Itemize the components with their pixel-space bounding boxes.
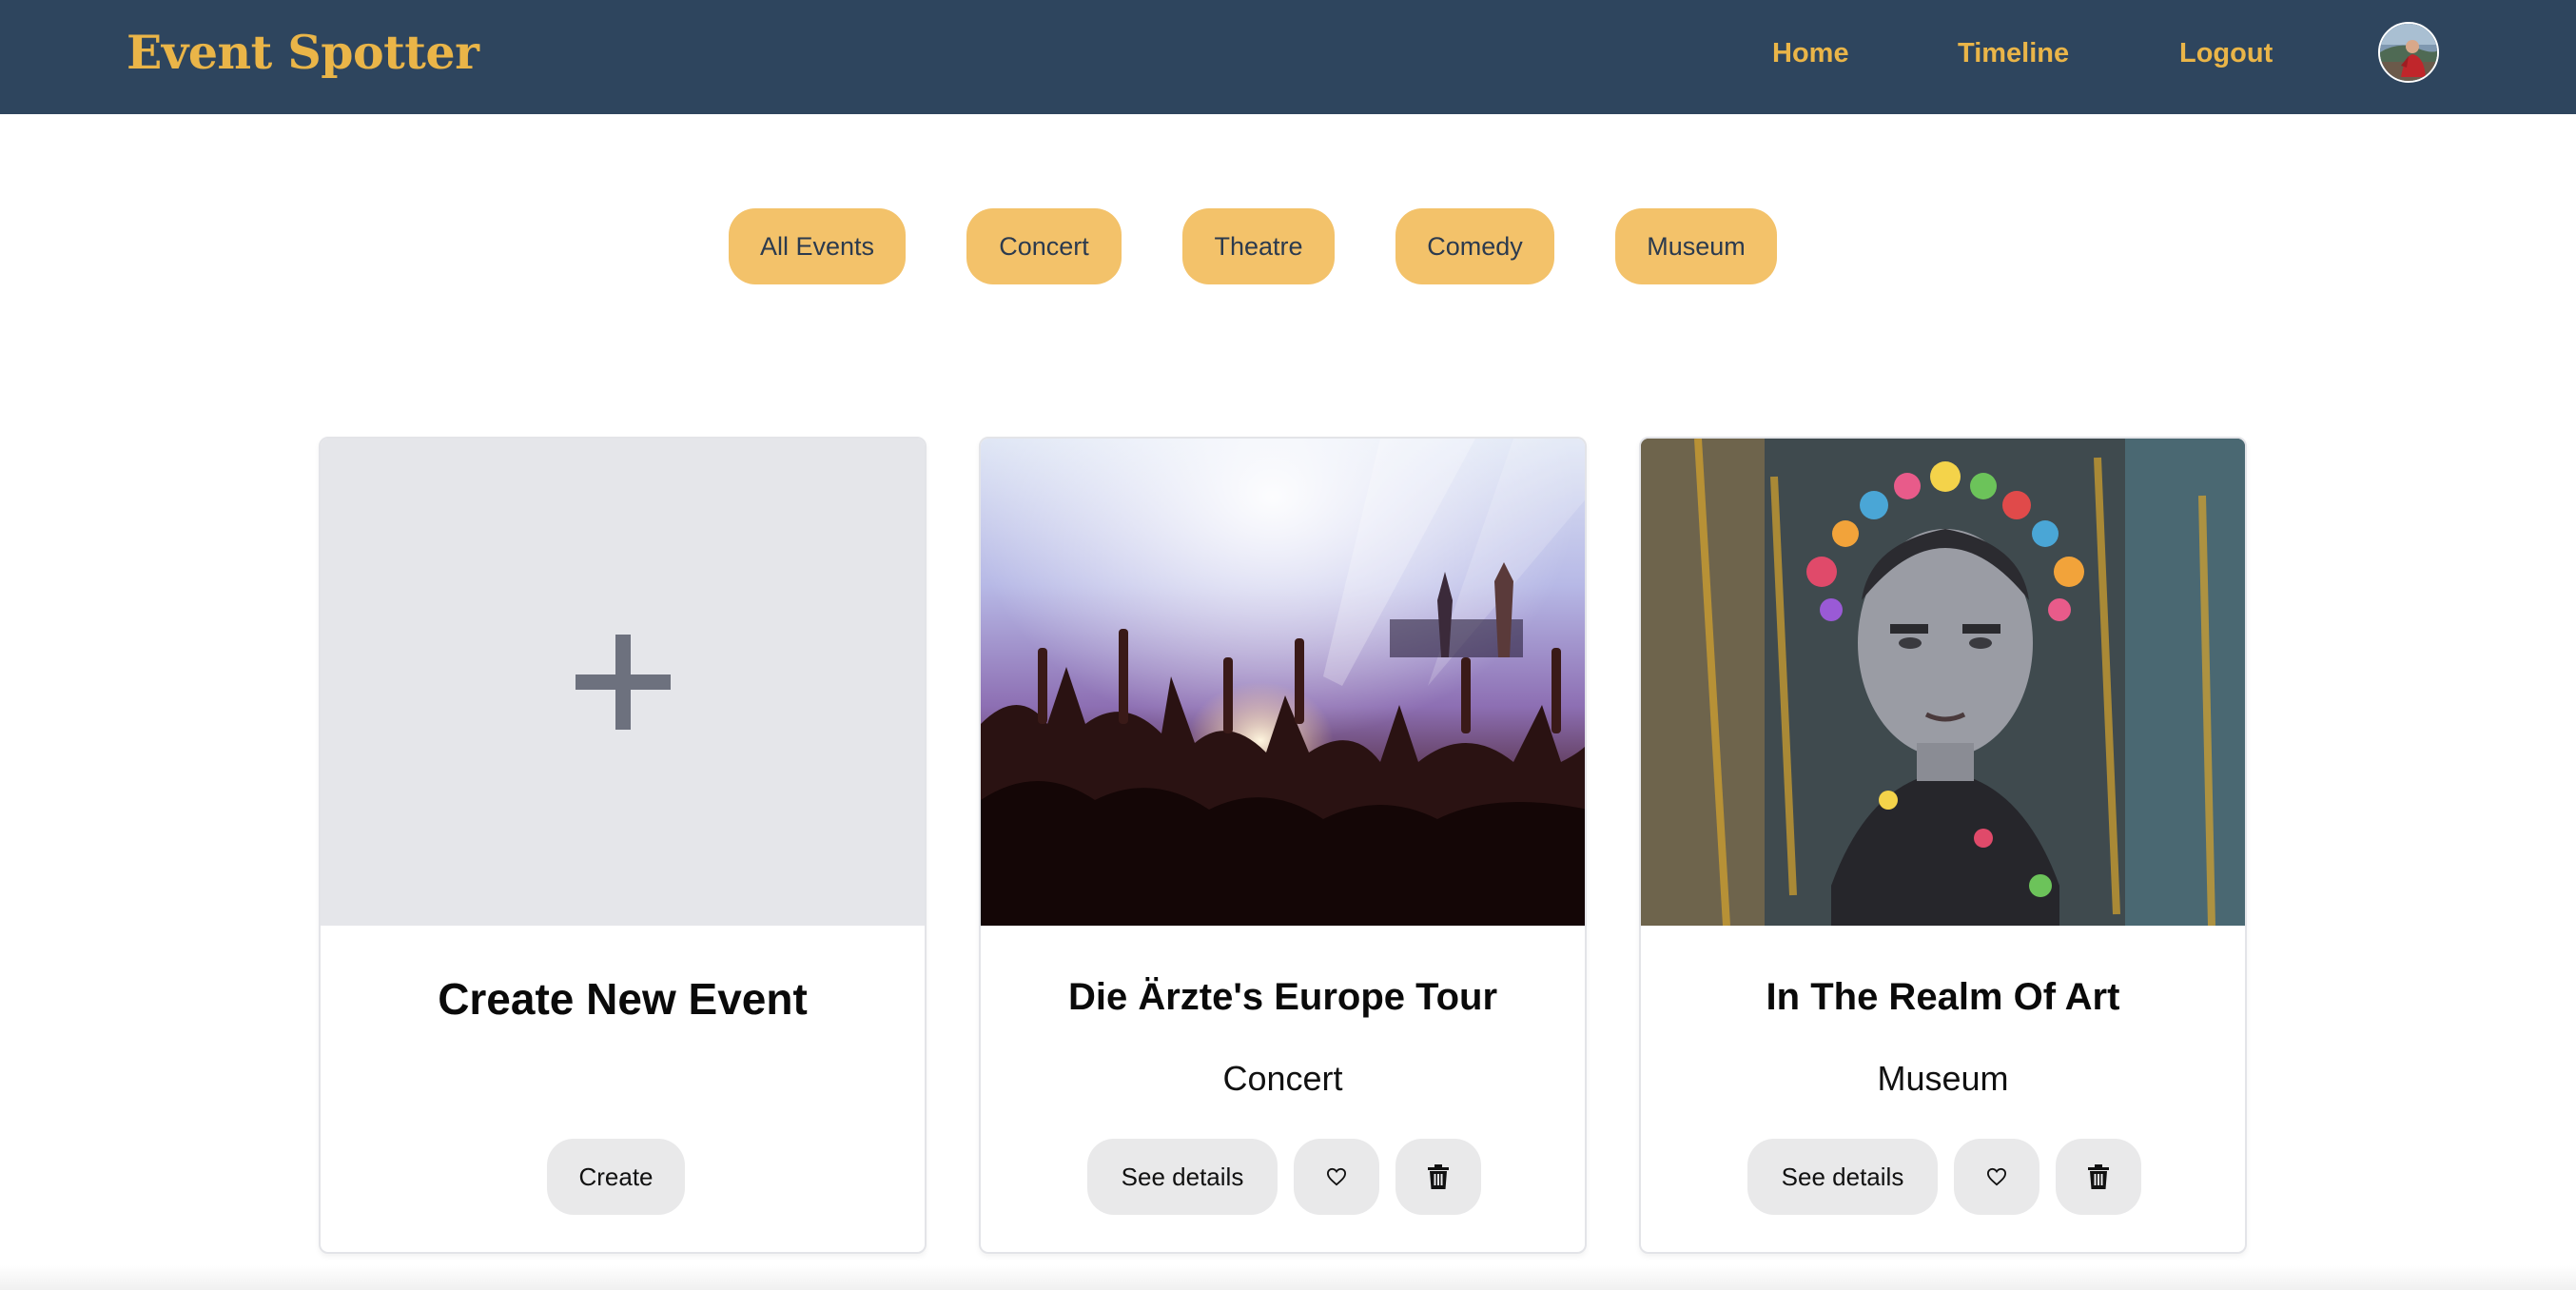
filter-comedy[interactable]: Comedy bbox=[1395, 208, 1554, 284]
filter-theatre[interactable]: Theatre bbox=[1182, 208, 1335, 284]
event-title: Die Ärzte's Europe Tour bbox=[1067, 976, 1498, 1018]
filter-concert[interactable]: Concert bbox=[966, 208, 1122, 284]
event-card: In The Realm Of Art Museum See details bbox=[1639, 437, 2247, 1254]
avatar-image bbox=[2380, 24, 2437, 81]
like-button[interactable] bbox=[1954, 1139, 2039, 1215]
see-details-button[interactable]: See details bbox=[1087, 1139, 1278, 1215]
top-navbar: Event Spotter Home Timeline Logout bbox=[0, 0, 2576, 114]
filter-museum[interactable]: Museum bbox=[1615, 208, 1777, 284]
filter-all-events[interactable]: All Events bbox=[729, 208, 906, 284]
plus-icon bbox=[575, 635, 671, 730]
create-event-card: Create New Event Create bbox=[319, 437, 927, 1254]
page-bottom-edge bbox=[0, 1265, 2576, 1290]
create-event-title: Create New Event bbox=[438, 974, 808, 1024]
nav-timeline-link[interactable]: Timeline bbox=[1958, 36, 2069, 70]
heart-icon bbox=[1986, 1167, 2007, 1186]
create-button[interactable]: Create bbox=[547, 1139, 685, 1215]
artwork-portrait-image bbox=[1641, 439, 2245, 926]
nav-logout-link[interactable]: Logout bbox=[2179, 36, 2273, 70]
event-card: Die Ärzte's Europe Tour Concert See deta… bbox=[979, 437, 1587, 1254]
see-details-button[interactable]: See details bbox=[1747, 1139, 1938, 1215]
trash-icon bbox=[2088, 1164, 2109, 1189]
delete-button[interactable] bbox=[1395, 1139, 1481, 1215]
nav-home-link[interactable]: Home bbox=[1772, 36, 1849, 70]
event-category: Concert bbox=[1222, 1059, 1343, 1098]
user-avatar[interactable] bbox=[2378, 22, 2439, 83]
trash-icon bbox=[1428, 1164, 1449, 1189]
concert-crowd-image bbox=[981, 439, 1585, 926]
like-button[interactable] bbox=[1294, 1139, 1379, 1215]
event-category: Museum bbox=[1877, 1059, 2009, 1098]
heart-icon bbox=[1326, 1167, 1347, 1186]
create-event-placeholder[interactable] bbox=[321, 439, 925, 926]
brand-logo[interactable]: Event Spotter bbox=[127, 23, 479, 82]
event-title: In The Realm Of Art bbox=[1766, 976, 2120, 1018]
delete-button[interactable] bbox=[2056, 1139, 2141, 1215]
